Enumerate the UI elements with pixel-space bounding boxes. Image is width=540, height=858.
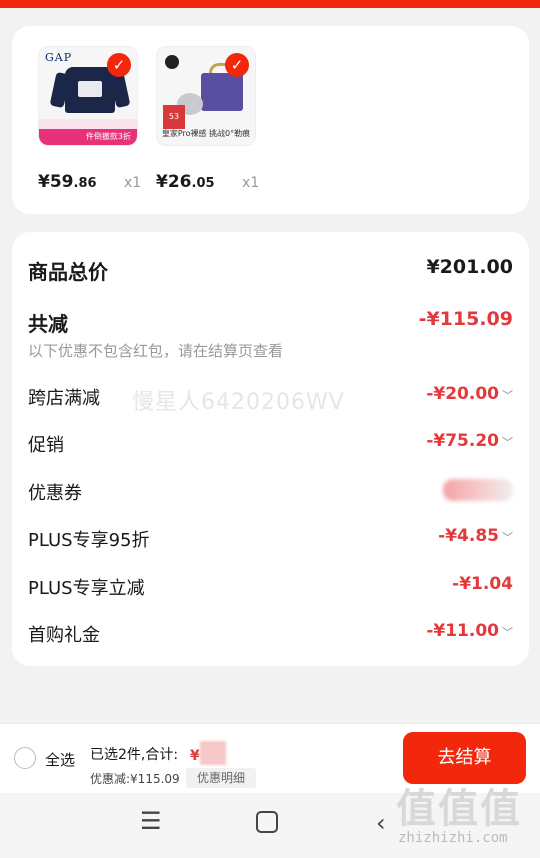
- discount-value: -¥20.00 ﹀: [426, 384, 513, 404]
- top-red-bar: [0, 0, 540, 8]
- reduce-label: 共减: [28, 312, 68, 336]
- price-row: ¥26.05 x1: [156, 172, 266, 194]
- diaper-bag-image: [201, 73, 243, 111]
- check-icon[interactable]: ✓: [225, 53, 249, 77]
- price-row: ¥59.86 x1: [38, 172, 148, 194]
- chevron-down-icon: ﹀: [502, 626, 513, 639]
- brand-logo-icon: [165, 55, 179, 69]
- discount-summary: 优惠减:¥115.09: [90, 772, 180, 786]
- tshirt-print: [78, 81, 102, 97]
- gap-logo: GAP: [45, 51, 73, 64]
- home-icon[interactable]: [256, 811, 278, 833]
- discount-detail-button[interactable]: 优惠明细: [186, 768, 256, 788]
- discount-label: 跨店满减: [28, 388, 100, 409]
- selected-count: 已选2件,合计:: [90, 747, 179, 763]
- reduce-value: -¥115.09: [418, 308, 513, 330]
- blurred-value: [443, 479, 513, 501]
- menu-icon[interactable]: ☰: [140, 807, 162, 835]
- product-item[interactable]: GAP 件倒撤款3折 ✓ ¥59.86 x1: [38, 46, 148, 194]
- promo-strip: [39, 119, 137, 129]
- discount-label: PLUS专享立减: [28, 578, 145, 599]
- select-all-radio[interactable]: [14, 747, 36, 769]
- chevron-down-icon: ﹀: [502, 389, 513, 402]
- site-watermark-logo: 值值值: [396, 786, 522, 832]
- discount-value: -¥4.85 ﹀: [438, 526, 513, 546]
- product-item[interactable]: 53 皇家Pro裸感 挑战0°勒痕 ✓ ¥26.05 x1: [156, 46, 266, 194]
- site-watermark-url: zhizhizhi.com: [398, 830, 508, 846]
- chevron-down-icon: ﹀: [502, 436, 513, 449]
- price-tag: 53: [163, 105, 185, 129]
- back-icon[interactable]: ‹: [376, 809, 386, 837]
- product-price: ¥26.05: [156, 172, 215, 192]
- chevron-down-icon: ﹀: [502, 531, 513, 544]
- discount-label: 首购礼金: [28, 625, 100, 646]
- user-watermark: 慢星人6420206WV: [132, 390, 345, 415]
- product-price: ¥59.86: [38, 172, 97, 192]
- total-amount: ¥: [190, 738, 226, 766]
- product-thumbnail[interactable]: GAP 件倒撤款3折 ✓: [38, 46, 138, 146]
- product-qty: x1: [242, 175, 260, 191]
- total-value: ¥201.00: [426, 256, 513, 278]
- check-icon[interactable]: ✓: [107, 53, 131, 77]
- discount-note: 以下优惠不包含红包，请在结算页查看: [28, 342, 284, 360]
- product-caption: 皇家Pro裸感 挑战0°勒痕: [161, 129, 251, 138]
- discount-label: 优惠券: [28, 483, 82, 504]
- discount-value: -¥75.20 ﹀: [426, 431, 513, 451]
- select-all-label[interactable]: 全选: [45, 749, 75, 770]
- price-summary-card: 商品总价 ¥201.00 共减 -¥115.09 以下优惠不包含红包，请在结算页…: [12, 232, 529, 666]
- product-card: GAP 件倒撤款3折 ✓ ¥59.86 x1 53 皇家Pro裸感 挑战0°勒痕…: [12, 26, 529, 214]
- discount-label: PLUS专享95折: [28, 530, 150, 551]
- promo-banner: 件倒撤款3折: [39, 129, 137, 145]
- discount-label: 促销: [28, 435, 64, 456]
- blurred-amount: [199, 741, 226, 765]
- discount-value: [443, 479, 513, 506]
- product-thumbnail[interactable]: 53 皇家Pro裸感 挑战0°勒痕 ✓: [156, 46, 256, 146]
- product-qty: x1: [124, 175, 142, 191]
- total-label: 商品总价: [28, 260, 108, 284]
- discount-value: -¥1.04: [452, 574, 513, 594]
- discount-value: -¥11.00 ﹀: [426, 621, 513, 641]
